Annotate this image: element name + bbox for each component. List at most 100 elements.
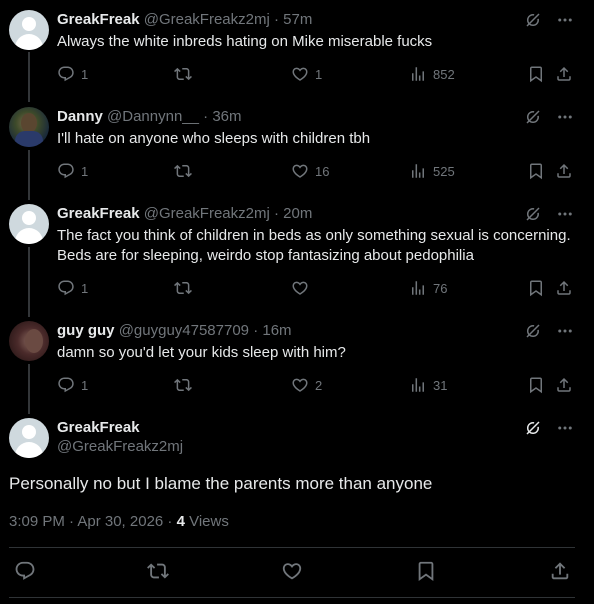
avatar[interactable] (9, 204, 49, 244)
share-icon (549, 560, 571, 582)
bookmark-icon (415, 560, 437, 582)
share-icon (555, 65, 573, 83)
reply-count: 1 (81, 377, 89, 393)
retweet-icon (174, 162, 192, 180)
tweet-time[interactable]: · 20m (274, 205, 312, 222)
reply-button[interactable]: 1 (57, 162, 88, 180)
reply-tweet[interactable]: guy guy @guyguy47587709 · 16m damn so yo… (0, 311, 594, 411)
like-button[interactable]: 2 (291, 376, 322, 394)
tweet-header: guy guy @guyguy47587709 · 16m (57, 322, 292, 339)
like-button[interactable] (281, 560, 303, 582)
more-icon[interactable] (556, 322, 574, 345)
grok-icon[interactable] (524, 419, 542, 442)
retweet-button[interactable] (174, 376, 198, 394)
tweet-time[interactable]: · 57m (274, 11, 312, 28)
share-button[interactable] (555, 65, 573, 83)
views-button[interactable]: 525 (409, 162, 455, 180)
views-count: 525 (433, 163, 455, 179)
more-icon[interactable] (556, 419, 574, 442)
share-icon (555, 279, 573, 297)
author-handle[interactable]: @guyguy47587709 (119, 322, 249, 339)
author-name[interactable]: GreakFreak (57, 419, 183, 436)
more-icon[interactable] (556, 108, 574, 131)
tweet-time[interactable]: · 16m (253, 322, 291, 339)
views-button[interactable]: 31 (409, 376, 447, 394)
author-name[interactable]: GreakFreak (57, 205, 140, 222)
tweet-text: Always the white inbreds hating on Mike … (57, 33, 433, 50)
more-icon[interactable] (556, 205, 574, 228)
bookmark-icon (527, 162, 545, 180)
bookmark-button[interactable] (415, 560, 437, 582)
retweet-button[interactable] (174, 65, 198, 83)
views-count: 852 (433, 66, 455, 82)
like-button[interactable]: 1 (291, 65, 322, 83)
bookmark-button[interactable] (527, 376, 545, 394)
avatar[interactable] (9, 418, 49, 458)
retweet-button[interactable] (174, 162, 198, 180)
grok-icon[interactable] (524, 11, 542, 34)
reply-button[interactable]: 1 (57, 376, 88, 394)
tweet-text: damn so you'd let your kids sleep with h… (57, 344, 346, 361)
bookmark-icon (527, 376, 545, 394)
author-handle[interactable]: @GreakFreakz2mj (144, 11, 270, 28)
share-button[interactable] (555, 376, 573, 394)
reply-count: 1 (81, 280, 89, 296)
views-label: Views (184, 513, 229, 530)
retweet-button[interactable] (147, 560, 169, 582)
timestamp-text[interactable]: 3:09 PM · Apr 30, 2026 · (9, 513, 177, 530)
more-icon[interactable] (556, 11, 574, 34)
like-icon (291, 65, 309, 83)
views-count: 76 (433, 280, 448, 296)
retweet-icon (174, 376, 192, 394)
action-bar: 1 1 852 (57, 65, 577, 85)
author-name[interactable]: Danny (57, 108, 103, 125)
action-bar (0, 560, 594, 584)
share-button[interactable] (549, 560, 571, 582)
retweet-button[interactable] (174, 279, 198, 297)
author-handle[interactable]: @GreakFreakz2mj (57, 438, 183, 455)
views-icon (409, 162, 427, 180)
reply-button[interactable] (14, 560, 36, 582)
action-bar: 1 2 31 (57, 376, 577, 396)
views-count: 31 (433, 377, 448, 393)
tweet-text: The fact you think of children in beds a… (57, 227, 571, 264)
tweet-text: I'll hate on anyone who sleeps with chil… (57, 130, 371, 147)
views-count: 4 (176, 513, 185, 530)
reply-count: 1 (81, 163, 89, 179)
author-handle[interactable]: @GreakFreakz2mj (144, 205, 270, 222)
tweet-header: GreakFreak @GreakFreakz2mj · 20m (57, 205, 312, 222)
views-button[interactable]: 852 (409, 65, 455, 83)
reply-tweet[interactable]: GreakFreak @GreakFreakz2mj · 20m The fac… (0, 194, 594, 314)
like-count: 16 (315, 163, 330, 179)
grok-icon[interactable] (524, 205, 542, 228)
grok-icon[interactable] (524, 108, 542, 131)
author-name[interactable]: GreakFreak (57, 11, 140, 28)
reply-button[interactable]: 1 (57, 279, 88, 297)
share-icon (555, 162, 573, 180)
reply-icon (14, 560, 36, 582)
author-name[interactable]: guy guy (57, 322, 115, 339)
share-icon (555, 376, 573, 394)
bookmark-button[interactable] (527, 65, 545, 83)
reply-tweet[interactable]: Danny @Dannynn__ · 36m I'll hate on anyo… (0, 97, 594, 197)
like-count: 2 (315, 377, 323, 393)
reply-icon (57, 162, 75, 180)
bookmark-button[interactable] (527, 162, 545, 180)
reply-tweet[interactable]: GreakFreak @GreakFreakz2mj · 57m Always … (0, 0, 594, 100)
avatar[interactable] (9, 321, 49, 361)
like-icon (291, 279, 309, 297)
reply-button[interactable]: 1 (57, 65, 88, 83)
views-button[interactable]: 76 (409, 279, 447, 297)
grok-icon[interactable] (524, 322, 542, 345)
share-button[interactable] (555, 162, 573, 180)
share-button[interactable] (555, 279, 573, 297)
bookmark-button[interactable] (527, 279, 545, 297)
reply-icon (57, 65, 75, 83)
like-button[interactable] (291, 279, 315, 297)
tweet-time[interactable]: · 36m (203, 108, 241, 125)
avatar[interactable] (9, 10, 49, 50)
avatar[interactable] (9, 107, 49, 147)
bookmark-icon (527, 279, 545, 297)
like-button[interactable]: 16 (291, 162, 329, 180)
author-handle[interactable]: @Dannynn__ (107, 108, 199, 125)
